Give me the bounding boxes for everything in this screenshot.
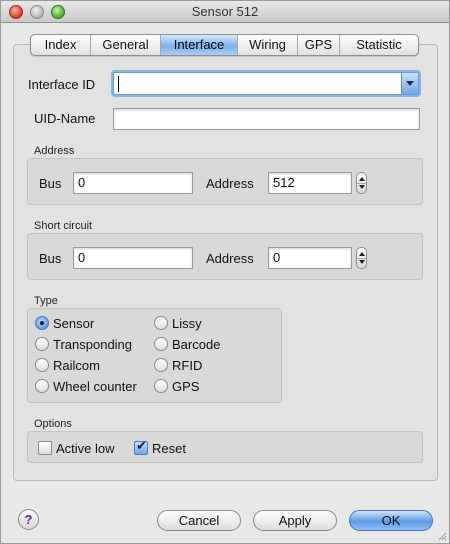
stepper-down-icon[interactable]: [359, 260, 365, 264]
active-low-checkbox[interactable]: Active low: [38, 440, 115, 456]
cancel-button[interactable]: Cancel: [157, 510, 241, 531]
interface-id-combobox[interactable]: [113, 72, 419, 95]
tab-index[interactable]: Index: [31, 35, 91, 55]
options-group-title: Options: [34, 418, 72, 430]
address-bus-field[interactable]: 0: [73, 172, 193, 194]
type-radio-wheel-counter[interactable]: Wheel counter: [35, 378, 137, 394]
reset-checkbox[interactable]: Reset: [134, 439, 186, 456]
stepper-divider: [357, 258, 366, 259]
sensor-dialog-window: Sensor 512 Index General Interface Wirin…: [0, 0, 450, 544]
stepper-divider: [357, 183, 366, 184]
title-bar[interactable]: Sensor 512: [1, 1, 449, 23]
type-radio-barcode[interactable]: Barcode: [154, 336, 220, 352]
apply-button[interactable]: Apply: [253, 510, 337, 531]
tab-wiring[interactable]: Wiring: [238, 35, 298, 55]
radio-label: RFID: [172, 357, 203, 373]
ok-button[interactable]: OK: [349, 510, 433, 531]
address-group-title: Address: [34, 145, 75, 157]
address-address-label: Address: [206, 176, 254, 191]
radio-icon[interactable]: [154, 337, 168, 351]
radio-icon[interactable]: [154, 379, 168, 393]
radio-selected-icon[interactable]: [35, 316, 49, 330]
tab-interface[interactable]: Interface: [161, 35, 238, 55]
short-circuit-group-title: Short circuit: [34, 220, 93, 232]
short-circuit-address-label: Address: [206, 251, 254, 266]
type-radio-gps[interactable]: GPS: [154, 378, 199, 394]
radio-label: Barcode: [172, 336, 221, 352]
checkbox-checked-icon[interactable]: [134, 439, 148, 455]
address-bus-label: Bus: [39, 176, 62, 191]
radio-icon[interactable]: [154, 358, 168, 372]
address-address-field[interactable]: 512: [268, 172, 352, 194]
short-circuit-stepper[interactable]: [356, 247, 367, 269]
type-radio-railcom[interactable]: Railcom: [35, 357, 100, 373]
combobox-arrow-icon[interactable]: [401, 73, 418, 94]
type-radio-lissy[interactable]: Lissy: [154, 315, 202, 331]
type-group-title: Type: [34, 295, 58, 307]
tab-statistic[interactable]: Statistic: [340, 35, 418, 55]
radio-label: Railcom: [53, 357, 100, 373]
radio-icon[interactable]: [35, 358, 49, 372]
radio-icon[interactable]: [35, 379, 49, 393]
radio-label: GPS: [172, 378, 200, 394]
radio-label: Wheel counter: [53, 378, 137, 394]
tab-bar: Index General Interface Wiring GPS Stati…: [30, 34, 419, 56]
type-radio-sensor[interactable]: Sensor: [35, 315, 94, 331]
tab-general[interactable]: General: [91, 35, 161, 55]
resize-grip-icon[interactable]: [437, 531, 447, 541]
radio-label: Sensor: [53, 315, 95, 331]
stepper-down-icon[interactable]: [359, 185, 365, 189]
radio-icon[interactable]: [35, 337, 49, 351]
radio-label: Transponding: [53, 336, 133, 352]
checkbox-label: Reset: [152, 440, 186, 456]
interface-id-label: Interface ID: [28, 77, 96, 92]
short-circuit-bus-field[interactable]: 0: [73, 247, 193, 269]
uid-name-label: UID-Name: [34, 111, 96, 126]
type-radio-transponding[interactable]: Transponding: [35, 336, 132, 352]
help-button[interactable]: ?: [18, 509, 39, 530]
checkbox-label: Active low: [56, 440, 115, 456]
tab-gps[interactable]: GPS: [298, 35, 340, 55]
text-cursor: [118, 76, 119, 92]
window-title: Sensor 512: [191, 4, 259, 19]
uid-name-field[interactable]: [113, 108, 420, 130]
radio-icon[interactable]: [154, 316, 168, 330]
stepper-up-icon[interactable]: [359, 177, 365, 181]
type-radio-rfid[interactable]: RFID: [154, 357, 202, 373]
checkbox-icon[interactable]: [38, 441, 52, 455]
radio-label: Lissy: [172, 315, 202, 331]
stepper-up-icon[interactable]: [359, 252, 365, 256]
short-circuit-bus-label: Bus: [39, 251, 62, 266]
short-circuit-address-field[interactable]: 0: [268, 247, 352, 269]
address-stepper[interactable]: [356, 172, 367, 194]
